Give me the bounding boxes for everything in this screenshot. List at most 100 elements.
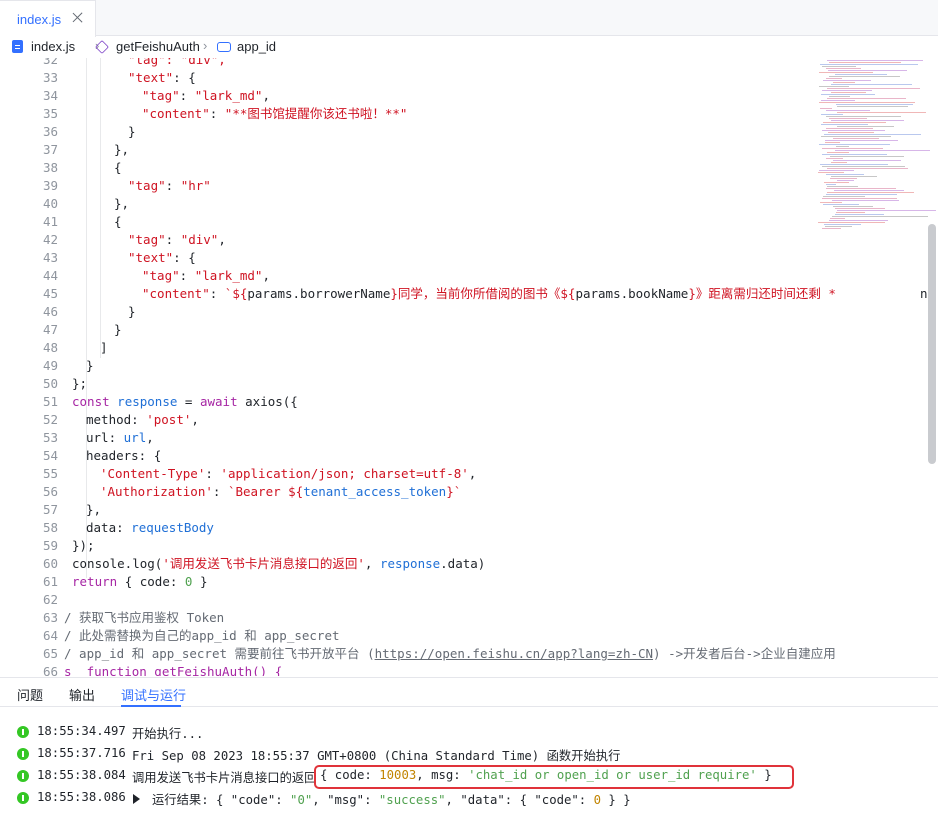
variable-icon [217,41,231,52]
code-line: const response = await axios({ [72,394,298,409]
editor-tab-bar: index.js [0,0,938,37]
breadcrumb: index.js › getFeishuAuth › app_id [0,36,938,58]
minimap-line [829,118,867,119]
minimap-line [827,98,906,99]
minimap-line [819,144,890,145]
vertical-scroll-thumb[interactable] [928,224,936,464]
minimap-line [819,102,915,103]
minimap-line [824,134,921,135]
breadcrumb-file[interactable]: index.js [12,39,75,54]
tab-debug-run[interactable]: 调试与运行 [121,685,186,704]
tab-index-js[interactable]: index.js [0,0,96,37]
line-number: 57 [42,502,58,517]
breadcrumb-function[interactable]: getFeishuAuth [95,39,200,54]
code-line: } [86,358,94,373]
minimap-line [831,162,847,163]
breadcrumb-function-label[interactable]: getFeishuAuth [116,39,200,54]
minimap-line [825,140,898,141]
minimap-line [836,212,865,213]
minimap-line [831,120,904,121]
minimap-line [818,222,885,223]
minimap-line [825,226,852,227]
minimap-line [831,176,877,177]
minimap-line [821,136,891,137]
minimap-line [831,92,866,93]
minimap-line [832,216,928,217]
tab-label[interactable]: index.js [17,12,61,27]
code-line: } [114,322,122,337]
code-line: }; [72,376,88,391]
info-icon [17,748,29,760]
minimap-line [837,106,908,107]
line-number: 42 [42,232,58,247]
minimap-line [829,220,888,221]
line-number: 41 [42,214,58,229]
breadcrumb-variable-label[interactable]: app_id [237,39,276,54]
line-number: 32 [42,58,58,67]
minimap[interactable] [812,58,936,234]
code-line: "tag": "lark_md", [142,268,270,283]
minimap-line [821,100,855,101]
code-line: }, [114,196,130,211]
minimap-line [836,146,849,147]
code-line: 'Content-Type': 'application/json; chars… [100,466,477,481]
minimap-line [827,152,849,153]
minimap-line [833,206,873,207]
minimap-line [827,88,920,89]
code-line: } [128,124,136,139]
line-number: 55 [42,466,58,481]
minimap-line [823,196,865,197]
tab-problems[interactable]: 问题 [17,685,43,704]
info-icon [17,792,29,804]
code-line: s function getFeishuAuth() { [64,664,283,676]
minimap-line [827,168,908,169]
tab-output[interactable]: 输出 [69,685,95,704]
minimap-line [835,214,884,215]
log-time: 18:55:37.716 [37,746,126,760]
minimap-line [829,62,901,63]
info-icon [17,770,29,782]
minimap-line [835,208,885,209]
minimap-line [821,94,875,95]
minimap-line [826,194,897,195]
breadcrumb-file-label[interactable]: index.js [31,39,75,54]
minimap-line [820,202,842,203]
line-number: 45 [42,286,58,301]
minimap-line [835,150,930,151]
minimap-line [828,132,874,133]
line-number: 61 [42,574,58,589]
code-line: }); [72,538,95,553]
code-line: console.log('调用发送飞书卡片消息接口的返回', response.… [72,556,486,571]
minimap-line [822,130,885,131]
log-entry: 18:55:38.086 运行结果: { "code": "0", "msg":… [0,787,938,809]
line-number-gutter: 32 33 34 35 36 37 38 39 40 41 42 43 44 45 46 47 48 49 50 51… [0,58,58,676]
code-line: method: 'post', [86,412,199,427]
code-area[interactable]: "tag": "div", "text": { "tag": "lark_md"… [64,58,932,676]
minimap-line [837,180,854,181]
minimap-line [823,80,871,81]
code-editor[interactable]: 32 33 34 35 36 37 38 39 40 41 42 43 44 45 46 47 48 49 50 51… [0,58,938,676]
close-icon[interactable] [71,11,85,25]
minimap-line [822,148,883,149]
vertical-scrollbar[interactable] [927,58,937,676]
line-number: 37 [42,142,58,157]
breadcrumb-variable[interactable]: app_id [217,39,276,54]
minimap-line [826,78,842,79]
info-icon [17,726,29,738]
expand-triangle-icon[interactable] [133,793,140,807]
minimap-line [829,76,900,77]
code-line: data: requestBody [86,520,214,535]
minimap-line [829,96,850,97]
bottom-panel-tabs: 问题 输出 调试与运行 [0,677,938,707]
minimap-line [823,204,859,205]
minimap-line [833,138,879,139]
line-number: 35 [42,106,58,121]
js-file-icon [12,40,23,53]
minimap-line [827,60,923,61]
minimap-line [830,156,904,157]
line-number: 36 [42,124,58,139]
function-cube-icon [95,39,109,54]
code-line: 'Authorization': `Bearer ${tenant_access… [100,484,462,499]
minimap-line [837,112,926,113]
minimap-line [826,184,836,185]
